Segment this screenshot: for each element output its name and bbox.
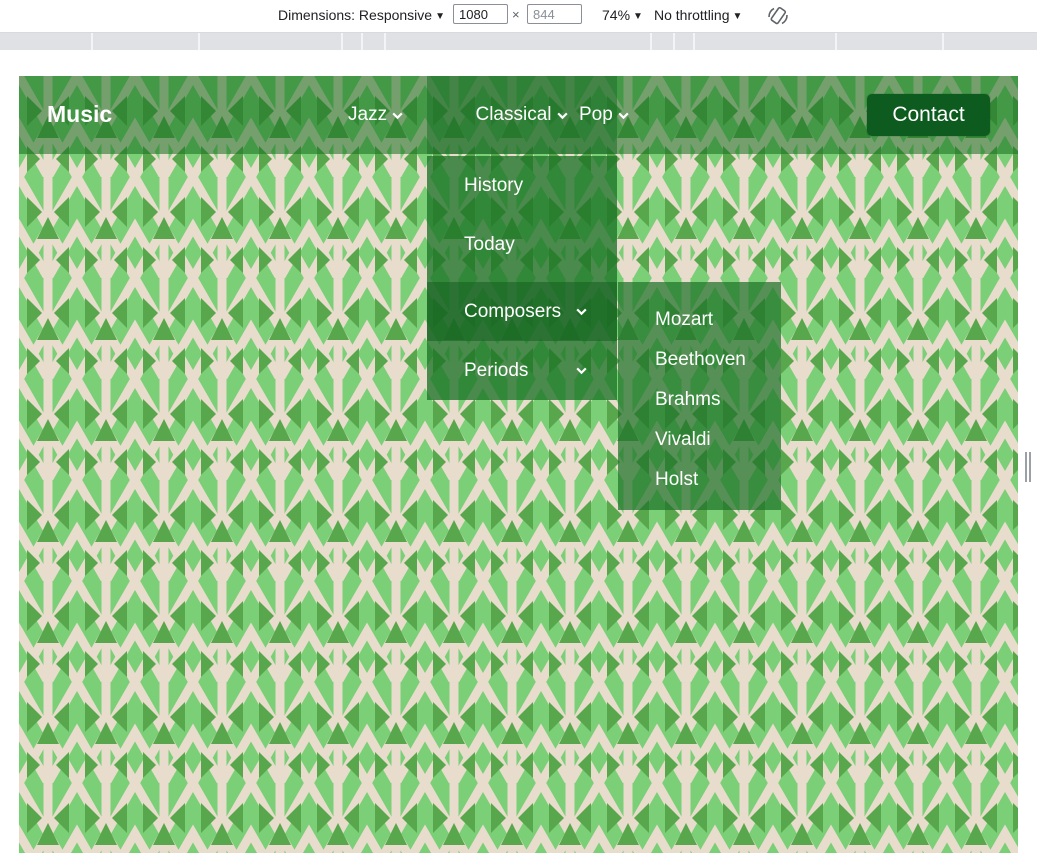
site-logo[interactable]: Music (47, 101, 112, 128)
dimensions-dropdown[interactable]: Dimensions: Responsive ▼ (278, 7, 445, 23)
dropdown-item-today[interactable]: Today (427, 215, 617, 274)
submenu-item-mozart[interactable]: Mozart (655, 309, 713, 331)
submenu-item-holst[interactable]: Holst (655, 469, 698, 491)
times-icon: × (512, 7, 520, 22)
width-input[interactable] (453, 4, 508, 24)
dropdown-item-label: Composers (464, 300, 562, 322)
zoom-label: 74% (602, 7, 631, 23)
submenu-item-vivaldi[interactable]: Vivaldi (655, 429, 711, 451)
ruler-tick[interactable] (835, 33, 837, 50)
nav-label: Classical (475, 104, 552, 125)
dropdown-item-composers[interactable]: Composers (427, 282, 617, 341)
dropdown-item-label: Today (464, 233, 515, 255)
nav-label: Pop (579, 104, 613, 125)
submenu-item-beethoven[interactable]: Beethoven (655, 349, 746, 371)
chevron-down-icon (556, 112, 568, 119)
ruler-tick[interactable] (384, 33, 386, 50)
caret-down-icon: ▼ (435, 11, 445, 22)
nav-label: Jazz (348, 104, 388, 125)
submenu-item-brahms[interactable]: Brahms (655, 389, 720, 411)
classical-dropdown: History Today Composers Periods (427, 156, 617, 400)
composers-submenu: Mozart Beethoven Brahms Vivaldi Holst (618, 282, 781, 510)
page-viewport: Music Jazz Classical Pop Contact History… (19, 76, 1018, 853)
dimensions-label: Dimensions: Responsive (278, 7, 433, 23)
chevron-down-icon (576, 308, 587, 316)
media-query-ruler (0, 33, 1037, 50)
chevron-down-icon (392, 112, 403, 119)
dropdown-item-label: Periods (464, 359, 529, 381)
site-navbar: Music Jazz Classical Pop Contact (19, 76, 1018, 154)
dropdown-item-periods[interactable]: Periods (427, 341, 617, 400)
caret-down-icon: ▼ (732, 11, 743, 22)
ruler-tick[interactable] (341, 33, 343, 50)
nav-item-jazz[interactable]: Jazz (348, 76, 404, 154)
zoom-dropdown[interactable]: 74% ▼ (602, 7, 643, 23)
dropdown-item-history[interactable]: History (427, 156, 617, 215)
throttling-dropdown[interactable]: No throttling ▼ (654, 7, 742, 23)
ruler-tick[interactable] (942, 33, 944, 50)
resize-handle[interactable] (1025, 452, 1031, 482)
nav-item-pop[interactable]: Pop (579, 76, 630, 154)
ruler-tick[interactable] (673, 33, 675, 50)
dropdown-item-label: History (464, 174, 524, 196)
caret-down-icon: ▼ (633, 11, 643, 22)
chevron-down-icon (576, 367, 587, 375)
throttling-label: No throttling (654, 7, 730, 23)
ruler-tick[interactable] (91, 33, 93, 50)
device-toolbar: Dimensions: Responsive▼ × 74%▼ No thrott… (0, 0, 1037, 33)
chevron-down-icon (618, 112, 629, 119)
height-input[interactable] (527, 4, 582, 24)
ruler-tick[interactable] (198, 33, 200, 50)
ruler-tick[interactable] (693, 33, 695, 50)
ruler-tick[interactable] (361, 33, 363, 50)
contact-button[interactable]: Contact (867, 94, 990, 136)
rotate-icon[interactable] (766, 5, 790, 27)
ruler-tick[interactable] (650, 33, 652, 50)
